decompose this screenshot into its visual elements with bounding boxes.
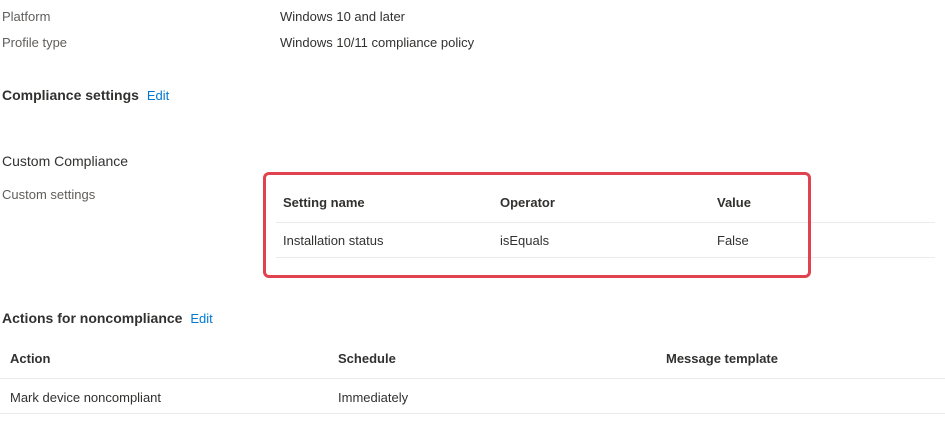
actions-header-divider — [0, 378, 945, 379]
column-header-schedule[interactable]: Schedule — [338, 351, 396, 366]
compliance-settings-heading: Compliance settings Edit — [2, 87, 169, 103]
highlight-box — [263, 172, 811, 278]
actions-title: Actions for noncompliance — [2, 310, 183, 326]
column-header-action[interactable]: Action — [10, 351, 50, 366]
platform-value: Windows 10 and later — [280, 9, 406, 24]
platform-label: Platform — [2, 9, 51, 24]
custom-settings-label: Custom settings — [2, 187, 96, 202]
actions-heading: Actions for noncompliance Edit — [2, 310, 213, 326]
cell-schedule: Immediately — [338, 390, 409, 405]
custom-compliance-title: Custom Compliance — [2, 153, 129, 169]
column-header-message-template[interactable]: Message template — [666, 351, 778, 366]
profile-type-label: Profile type — [2, 35, 68, 50]
compliance-settings-edit-link[interactable]: Edit — [147, 88, 169, 103]
actions-edit-link[interactable]: Edit — [190, 311, 212, 326]
actions-row-divider — [0, 413, 945, 414]
cell-action: Mark device noncompliant — [10, 390, 162, 405]
compliance-settings-title: Compliance settings — [2, 87, 139, 103]
profile-type-value: Windows 10/11 compliance policy — [280, 35, 475, 50]
